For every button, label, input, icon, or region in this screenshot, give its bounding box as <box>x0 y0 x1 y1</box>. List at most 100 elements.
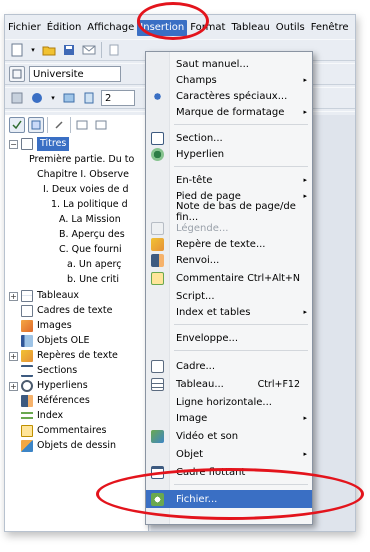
menu-item-fichier[interactable]: Fichier... <box>146 490 312 508</box>
insert-file-icon <box>151 492 164 506</box>
category-text-frames[interactable]: Cadres de texte <box>21 304 113 318</box>
section-icon <box>151 131 164 145</box>
link-icon[interactable] <box>51 117 67 133</box>
menu-item-cadre[interactable]: Cadre... <box>146 358 312 374</box>
header-icon[interactable] <box>74 117 90 133</box>
styles-icon[interactable] <box>9 66 25 82</box>
category-references[interactable]: Références <box>21 394 90 408</box>
category-label: Index <box>37 410 64 421</box>
menu-item-image[interactable]: Image ▸ <box>146 410 312 426</box>
drawing-object-icon <box>21 440 33 452</box>
menu-edition[interactable]: Édition <box>44 20 85 36</box>
menu-fenetre[interactable]: Fenêtre <box>308 20 352 36</box>
menu-item-note-bas-page[interactable]: Note de bas de page/de fin... <box>146 201 312 223</box>
menu-item-entete[interactable]: En-tête ▸ <box>146 172 312 188</box>
open-folder-icon[interactable] <box>41 42 57 58</box>
menu-item-shortcut: Ctrl+Alt+N <box>247 272 300 284</box>
category-tables[interactable]: + Tableaux <box>9 289 79 303</box>
ole-object-icon <box>21 335 33 347</box>
outline-item[interactable]: I. Deux voies de d <box>43 183 128 197</box>
menu-insertion[interactable]: Insertion <box>137 20 188 36</box>
menu-affichage[interactable]: Affichage <box>84 20 137 36</box>
menu-item-script[interactable]: Script... <box>146 288 312 304</box>
menu-format[interactable]: Format <box>187 20 228 36</box>
menu-item-label: Repère de texte... <box>176 238 266 250</box>
menu-item-label: Enveloppe... <box>176 332 239 344</box>
category-bookmarks[interactable]: + Repères de texte <box>9 349 118 363</box>
category-label: Tableaux <box>37 290 80 301</box>
submenu-arrow-icon: ▸ <box>303 108 307 116</box>
category-label: Hyperliens <box>37 380 88 391</box>
submenu-arrow-icon: ▸ <box>303 176 307 184</box>
toolbar-separator <box>70 117 71 133</box>
menu-item-repere-texte[interactable]: Repère de texte... <box>146 236 312 252</box>
edit-file-icon[interactable] <box>106 42 122 58</box>
outline-item[interactable]: C. Que fourni <box>59 243 122 257</box>
menu-item-caracteres-speciaux[interactable]: Caractères spéciaux... <box>146 88 312 104</box>
expand-toggle-icon[interactable]: + <box>9 381 18 391</box>
outline-item-label: Chapitre I. Observe <box>37 169 129 180</box>
comment-icon <box>21 425 33 437</box>
outline-item[interactable]: B. Aperçu des <box>59 228 125 242</box>
save-icon[interactable] <box>61 42 77 58</box>
navigation-icon[interactable] <box>9 90 25 106</box>
email-icon[interactable] <box>81 42 97 58</box>
menu-item-tableau[interactable]: Tableau... Ctrl+F12 <box>146 376 312 392</box>
menu-item-label: Légende... <box>176 222 229 234</box>
new-document-icon[interactable] <box>9 42 25 58</box>
toggle-icon[interactable] <box>61 90 77 106</box>
outline-item[interactable]: b. Une criti <box>67 273 119 287</box>
category-hyperlinks[interactable]: + Hyperliens <box>9 379 88 393</box>
outline-item[interactable]: 1. La politique d <box>51 198 128 212</box>
menu-separator <box>174 350 308 351</box>
menu-item-cadre-flottant[interactable]: Cadre flottant <box>146 464 312 480</box>
menu-item-marque-formatage[interactable]: Marque de formatage ▸ <box>146 104 312 120</box>
outline-item[interactable]: A. La Mission <box>59 213 121 227</box>
menu-item-label: Objet <box>176 448 204 460</box>
drag-mode-icon[interactable] <box>28 117 44 133</box>
menu-item-commentaire[interactable]: Commentaire Ctrl+Alt+N <box>146 270 312 286</box>
caption-icon <box>151 221 164 235</box>
menu-item-saut-manuel[interactable]: Saut manuel... <box>146 56 312 72</box>
page-number-field[interactable]: 2 <box>101 90 135 106</box>
category-indexes[interactable]: Index <box>21 409 63 423</box>
menu-tableau[interactable]: Tableau <box>228 20 272 36</box>
titles-node[interactable]: − Titres <box>9 137 70 151</box>
floating-frame-icon <box>151 465 164 479</box>
expand-toggle-icon[interactable]: + <box>9 351 18 361</box>
menu-item-index-tables[interactable]: Index et tables ▸ <box>146 304 312 320</box>
menu-fichier[interactable]: Fichier <box>5 20 44 36</box>
collapse-toggle-icon[interactable]: − <box>9 139 18 149</box>
menu-item-ligne-horizontale[interactable]: Ligne horizontale... <box>146 394 312 410</box>
category-drawing-objects[interactable]: Objets de dessin <box>21 439 116 453</box>
category-images[interactable]: Images <box>21 319 72 333</box>
category-sections[interactable]: Sections <box>21 364 77 378</box>
previous-next-icon[interactable] <box>29 90 45 106</box>
text-frame-icon <box>21 305 33 317</box>
outline-item[interactable]: Chapitre I. Observe <box>37 168 129 182</box>
hyperlink-icon <box>21 380 33 392</box>
expand-toggle-icon[interactable]: + <box>9 291 18 301</box>
menu-item-champs[interactable]: Champs ▸ <box>146 72 312 88</box>
dropdown-arrow-icon[interactable]: ▾ <box>49 90 57 106</box>
menu-item-enveloppe[interactable]: Enveloppe... <box>146 330 312 346</box>
menu-item-label: Champs <box>176 74 217 86</box>
table-icon <box>151 377 164 391</box>
outline-item[interactable]: Première partie. Du to <box>29 153 134 167</box>
paragraph-style-combo[interactable]: Universite <box>29 66 121 82</box>
page-icon[interactable] <box>81 90 97 106</box>
category-ole-objects[interactable]: Objets OLE <box>21 334 89 348</box>
outline-item-label: 1. La politique d <box>51 199 128 210</box>
dropdown-arrow-icon[interactable]: ▾ <box>29 42 37 58</box>
menu-outils[interactable]: Outils <box>273 20 308 36</box>
menu-item-objet[interactable]: Objet ▸ <box>146 446 312 462</box>
outline-item-label: I. Deux voies de d <box>43 184 129 195</box>
menu-item-renvoi[interactable]: Renvoi... <box>146 252 312 268</box>
footer-icon[interactable] <box>93 117 109 133</box>
content-view-icon[interactable] <box>9 117 25 133</box>
menu-item-section[interactable]: Section... <box>146 130 312 146</box>
outline-item[interactable]: a. Un aperç <box>67 258 121 272</box>
menu-item-video-son[interactable]: Vidéo et son <box>146 428 312 444</box>
category-comments[interactable]: Commentaires <box>21 424 107 438</box>
menu-item-hyperlien[interactable]: Hyperlien <box>146 146 312 162</box>
